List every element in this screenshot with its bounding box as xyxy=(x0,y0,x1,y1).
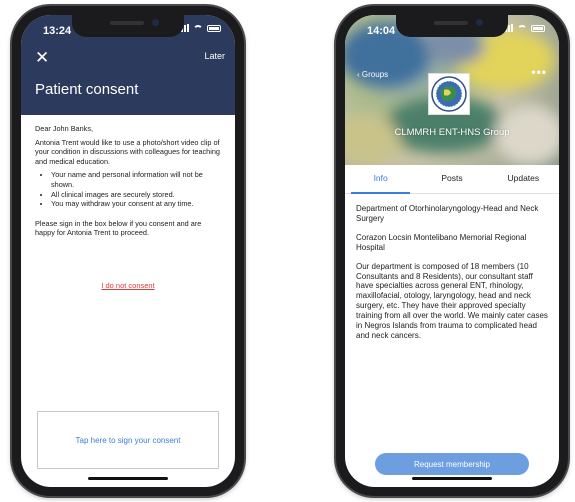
tab-posts[interactable]: Posts xyxy=(416,165,487,193)
more-icon[interactable]: ••• xyxy=(531,65,547,79)
group-screen: 14:04 ‹ Groups ••• CLMMRH ENT-HNS Group … xyxy=(345,15,559,487)
battery-icon xyxy=(207,24,221,32)
department-text: Department of Otorhinolaryngology-Head a… xyxy=(356,204,539,223)
notch xyxy=(72,15,184,37)
consent-text: Dear John Banks, Antonia Trent would lik… xyxy=(35,124,223,242)
close-icon[interactable]: ✕ xyxy=(35,49,49,66)
chevron-left-icon: ‹ xyxy=(357,70,360,79)
hospital-text: Corazon Locsin Montelibano Memorial Regi… xyxy=(356,232,527,252)
consent-instruction: Please sign in the box below if you cons… xyxy=(35,218,202,238)
list-item: You may withdraw your consent at any tim… xyxy=(51,199,223,209)
battery-icon xyxy=(531,24,545,32)
group-info: Department of Otorhinolaryngology-Head a… xyxy=(356,204,551,350)
tab-updates[interactable]: Updates xyxy=(488,165,559,193)
phone-consent: 13:24 ✕ Later Patient consent Dear John … xyxy=(12,6,244,496)
signature-box-label: Tap here to sign your consent xyxy=(75,435,181,445)
do-not-consent-link[interactable]: I do not consent xyxy=(21,281,235,290)
status-time: 13:24 xyxy=(43,25,72,37)
home-indicator xyxy=(88,477,168,480)
notch xyxy=(396,15,508,37)
wifi-icon xyxy=(517,24,527,32)
request-membership-button[interactable]: Request membership xyxy=(375,453,529,475)
consent-bullets: Your name and personal information will … xyxy=(35,170,223,208)
back-button[interactable]: ‹ Groups xyxy=(357,70,388,79)
home-indicator xyxy=(412,477,492,480)
signature-box[interactable]: Tap here to sign your consent xyxy=(37,411,219,469)
phone-group: 14:04 ‹ Groups ••• CLMMRH ENT-HNS Group … xyxy=(336,6,568,496)
later-button[interactable]: Later xyxy=(204,51,225,61)
consent-screen: 13:24 ✕ Later Patient consent Dear John … xyxy=(21,15,235,487)
group-tabs: Info Posts Updates xyxy=(345,165,559,194)
wifi-icon xyxy=(193,24,203,32)
consent-intro: Antonia Trent would like to use a photo/… xyxy=(35,137,220,166)
list-item: Your name and personal information will … xyxy=(51,170,223,189)
tab-info[interactable]: Info xyxy=(345,165,416,194)
page-title: Patient consent xyxy=(35,81,139,98)
status-time: 14:04 xyxy=(367,25,396,37)
group-logo-icon xyxy=(428,73,470,115)
description-text: Our department is composed of 18 members… xyxy=(356,261,548,340)
back-label: Groups xyxy=(361,70,389,79)
greeting: Dear John Banks, xyxy=(35,124,94,133)
list-item: All clinical images are securely stored. xyxy=(51,190,223,200)
group-name: CLMMRH ENT-HNS Group xyxy=(394,127,510,138)
